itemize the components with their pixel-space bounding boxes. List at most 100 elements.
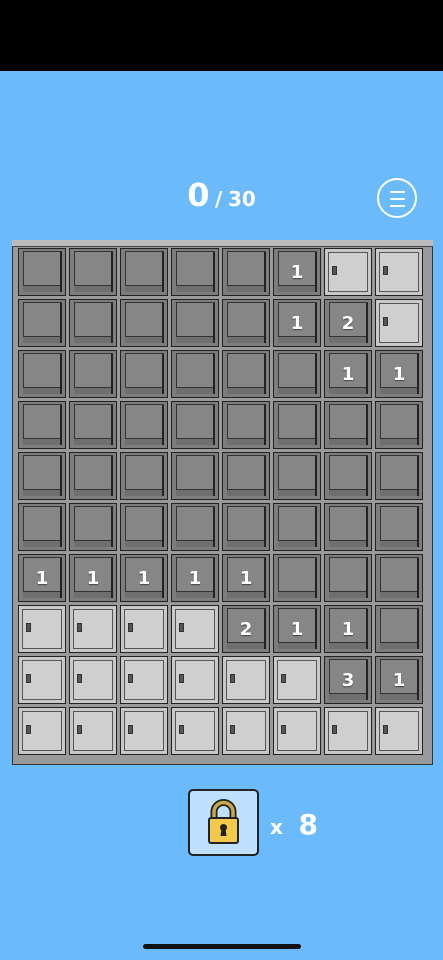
open-locker-r7-c1[interactable]: 1 xyxy=(18,554,66,602)
closed-locker-r10-c3[interactable] xyxy=(120,707,168,755)
open-locker-r8-c7[interactable]: 1 xyxy=(324,605,372,653)
open-locker-r3-c7[interactable]: 1 xyxy=(324,350,372,398)
open-locker-r5-c2[interactable] xyxy=(69,452,117,500)
open-locker-r5-c7[interactable] xyxy=(324,452,372,500)
open-locker-r2-c6[interactable]: 1 xyxy=(273,299,321,347)
open-locker-r4-c3[interactable] xyxy=(120,401,168,449)
lock-button[interactable] xyxy=(188,789,259,856)
open-locker-r5-c1[interactable] xyxy=(18,452,66,500)
closed-locker-r10-c6[interactable] xyxy=(273,707,321,755)
closed-locker-r9-c4[interactable] xyxy=(171,656,219,704)
locker-floor xyxy=(227,387,265,394)
open-locker-r2-c5[interactable] xyxy=(222,299,270,347)
closed-locker-r1-c7[interactable] xyxy=(324,248,372,296)
open-locker-r6-c8[interactable] xyxy=(375,503,423,551)
locker-number: 1 xyxy=(341,618,355,640)
closed-locker-r8-c4[interactable] xyxy=(171,605,219,653)
open-locker-r7-c2[interactable]: 1 xyxy=(69,554,117,602)
open-locker-r4-c8[interactable] xyxy=(375,401,423,449)
closed-locker-r9-c6[interactable] xyxy=(273,656,321,704)
open-locker-r7-c6[interactable] xyxy=(273,554,321,602)
open-locker-r9-c7[interactable]: 3 xyxy=(324,656,372,704)
open-locker-r4-c4[interactable] xyxy=(171,401,219,449)
locker-floor xyxy=(380,591,418,598)
open-locker-r5-c8[interactable] xyxy=(375,452,423,500)
open-locker-r1-c1[interactable] xyxy=(18,248,66,296)
closed-locker-r8-c3[interactable] xyxy=(120,605,168,653)
open-locker-r5-c4[interactable] xyxy=(171,452,219,500)
open-locker-r6-c4[interactable] xyxy=(171,503,219,551)
open-locker-r6-c2[interactable] xyxy=(69,503,117,551)
open-locker-r3-c6[interactable] xyxy=(273,350,321,398)
open-locker-r2-c1[interactable] xyxy=(18,299,66,347)
open-locker-r7-c4[interactable]: 1 xyxy=(171,554,219,602)
open-locker-r5-c3[interactable] xyxy=(120,452,168,500)
open-locker-r5-c6[interactable] xyxy=(273,452,321,500)
open-locker-r6-c7[interactable] xyxy=(324,503,372,551)
open-locker-r1-c2[interactable] xyxy=(69,248,117,296)
menu-line-icon xyxy=(390,191,405,193)
open-locker-r7-c3[interactable]: 1 xyxy=(120,554,168,602)
open-locker-r7-c5[interactable]: 1 xyxy=(222,554,270,602)
open-locker-r2-c3[interactable] xyxy=(120,299,168,347)
closed-locker-r9-c1[interactable] xyxy=(18,656,66,704)
locker-handle-icon xyxy=(179,623,184,632)
locker-floor xyxy=(125,387,163,394)
locker-number: 1 xyxy=(137,567,151,589)
locker-floor xyxy=(329,540,367,547)
open-locker-r3-c8[interactable]: 1 xyxy=(375,350,423,398)
open-locker-r3-c2[interactable] xyxy=(69,350,117,398)
closed-locker-r9-c3[interactable] xyxy=(120,656,168,704)
closed-locker-r9-c2[interactable] xyxy=(69,656,117,704)
open-locker-r4-c7[interactable] xyxy=(324,401,372,449)
open-locker-r3-c1[interactable] xyxy=(18,350,66,398)
locker-floor xyxy=(125,336,163,343)
open-locker-r3-c4[interactable] xyxy=(171,350,219,398)
lock-count: x 8 xyxy=(270,808,318,841)
locker-handle-icon xyxy=(26,674,31,683)
closed-locker-r1-c8[interactable] xyxy=(375,248,423,296)
locker-number: 1 xyxy=(290,261,304,283)
closed-locker-r10-c5[interactable] xyxy=(222,707,270,755)
closed-locker-r10-c1[interactable] xyxy=(18,707,66,755)
locker-floor xyxy=(23,387,61,394)
open-locker-r1-c3[interactable] xyxy=(120,248,168,296)
locker-floor xyxy=(227,336,265,343)
open-locker-r8-c6[interactable]: 1 xyxy=(273,605,321,653)
open-locker-r2-c7[interactable]: 2 xyxy=(324,299,372,347)
closed-locker-r10-c8[interactable] xyxy=(375,707,423,755)
open-locker-r6-c3[interactable] xyxy=(120,503,168,551)
closed-locker-r10-c2[interactable] xyxy=(69,707,117,755)
open-locker-r2-c4[interactable] xyxy=(171,299,219,347)
closed-locker-r10-c7[interactable] xyxy=(324,707,372,755)
open-locker-r6-c5[interactable] xyxy=(222,503,270,551)
open-locker-r3-c5[interactable] xyxy=(222,350,270,398)
open-locker-r1-c6[interactable]: 1 xyxy=(273,248,321,296)
closed-locker-r2-c8[interactable] xyxy=(375,299,423,347)
closed-locker-r8-c1[interactable] xyxy=(18,605,66,653)
open-locker-r7-c7[interactable] xyxy=(324,554,372,602)
locker-floor xyxy=(227,489,265,496)
closed-locker-r8-c2[interactable] xyxy=(69,605,117,653)
open-locker-r8-c8[interactable] xyxy=(375,605,423,653)
open-locker-r9-c8[interactable]: 1 xyxy=(375,656,423,704)
open-locker-r1-c5[interactable] xyxy=(222,248,270,296)
open-locker-r4-c6[interactable] xyxy=(273,401,321,449)
open-locker-r6-c1[interactable] xyxy=(18,503,66,551)
closed-locker-r10-c4[interactable] xyxy=(171,707,219,755)
locker-floor xyxy=(74,438,112,445)
open-locker-r4-c5[interactable] xyxy=(222,401,270,449)
open-locker-r7-c8[interactable] xyxy=(375,554,423,602)
open-locker-r2-c2[interactable] xyxy=(69,299,117,347)
open-locker-r4-c1[interactable] xyxy=(18,401,66,449)
menu-button[interactable] xyxy=(377,178,417,218)
locker-handle-icon xyxy=(128,623,133,632)
closed-locker-r9-c5[interactable] xyxy=(222,656,270,704)
open-locker-r4-c2[interactable] xyxy=(69,401,117,449)
open-locker-r6-c6[interactable] xyxy=(273,503,321,551)
open-locker-r3-c3[interactable] xyxy=(120,350,168,398)
open-locker-r8-c5[interactable]: 2 xyxy=(222,605,270,653)
board-top-edge xyxy=(12,240,433,247)
open-locker-r1-c4[interactable] xyxy=(171,248,219,296)
open-locker-r5-c5[interactable] xyxy=(222,452,270,500)
